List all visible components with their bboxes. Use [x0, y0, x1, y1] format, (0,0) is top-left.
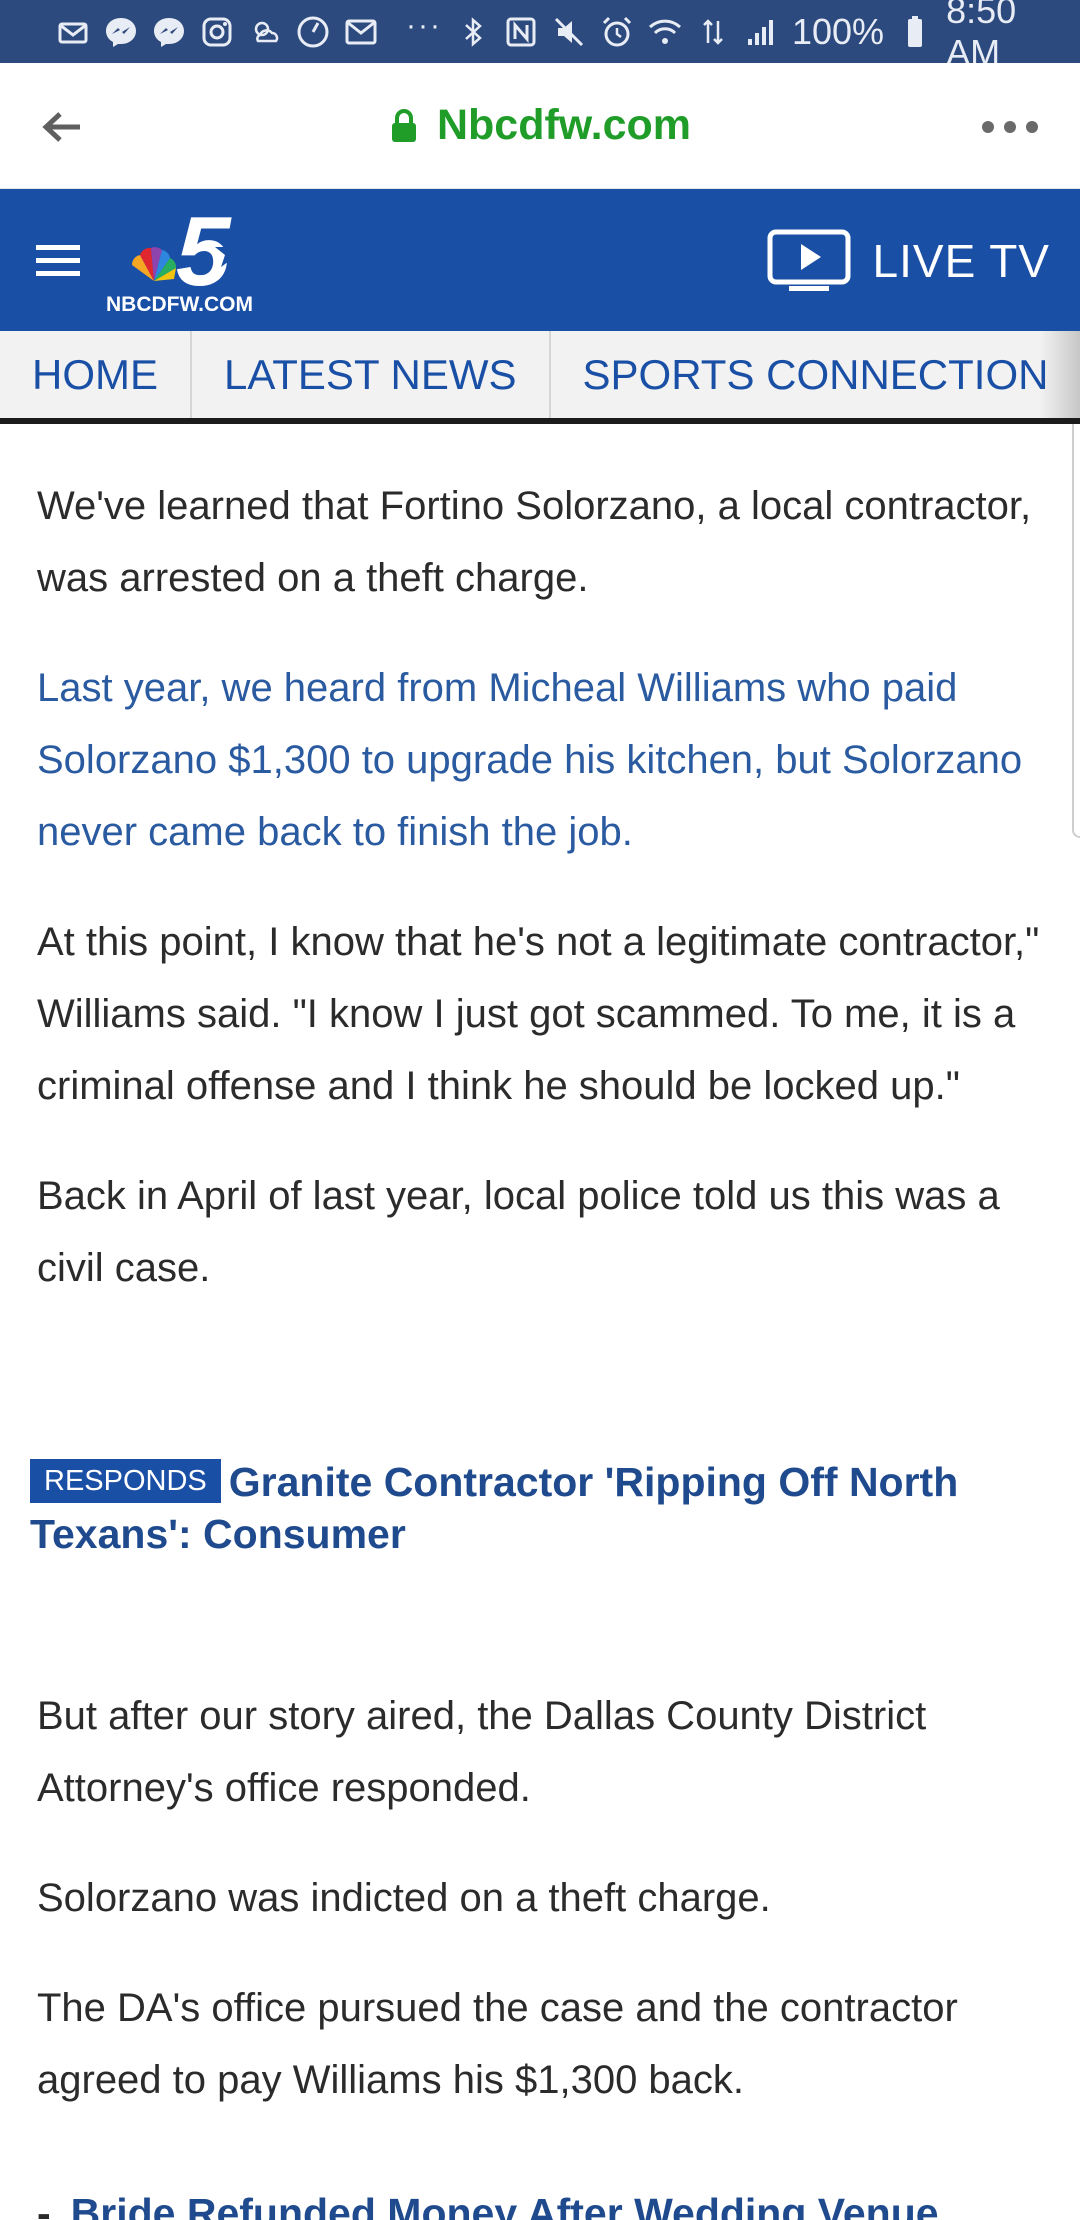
lock-icon: [389, 108, 419, 144]
article-body: We've learned that Fortino Solorzano, a …: [37, 470, 1047, 1304]
live-tv-button[interactable]: LIVE TV: [767, 229, 1050, 293]
gmail-icon: [344, 15, 378, 49]
notification-icons: ···: [56, 9, 456, 49]
battery-percent: 100%: [791, 10, 885, 52]
live-tv-label: LIVE TV: [872, 235, 1050, 287]
article-paragraph: Back in April of last year, local police…: [37, 1174, 1000, 1290]
article-link-paragraph[interactable]: Last year, we heard from Micheal William…: [37, 652, 1047, 868]
data-icon: [696, 15, 730, 49]
nav-item-home[interactable]: HOME: [0, 331, 192, 418]
alarm-icon: [600, 15, 634, 49]
url-field[interactable]: Nbcdfw.com: [0, 101, 1080, 150]
battery-icon: [898, 15, 932, 49]
nav-item-latest-news[interactable]: LATEST NEWS: [192, 331, 551, 418]
more-notifications-indicator: ···: [406, 8, 442, 42]
nfc-icon: [504, 15, 538, 49]
nav-scroll-shadow: [1040, 331, 1080, 418]
bottom-related-link[interactable]: - Bride Refunded Money After Wedding Venu…: [37, 2190, 1057, 2220]
url-text: Nbcdfw.com: [436, 101, 692, 149]
article-paragraph: But after our story aired, the Dallas Co…: [37, 1694, 927, 1810]
related-story-link[interactable]: RESPONDS Granite Contractor 'Ripping Off …: [30, 1456, 1050, 1560]
nav-item-sports-connection[interactable]: SPORTS CONNECTION: [551, 331, 1080, 418]
bluetooth-icon: [456, 15, 490, 49]
weather-icon: [248, 15, 282, 49]
responds-badge: RESPONDS: [30, 1459, 221, 1503]
list-dash: -: [37, 2190, 51, 2220]
article-paragraph: We've learned that Fortino Solorzano, a …: [37, 484, 1032, 600]
status-bar: ··· 100% 8:50 AM: [0, 0, 1080, 73]
hamburger-menu-icon[interactable]: [34, 241, 84, 281]
speedometer-icon: [296, 15, 330, 49]
browser-address-bar: Nbcdfw.com: [0, 63, 1080, 189]
section-nav: HOME LATEST NEWS SPORTS CONNECTION: [0, 331, 1080, 424]
site-header: 5 NBCDFW.COM LIVE TV: [0, 189, 1080, 331]
messenger-icon: [152, 15, 186, 49]
bottom-related-link-text[interactable]: Bride Refunded Money After Wedding Venue: [71, 2190, 939, 2220]
article-paragraph: Solorzano was indicted on a theft charge…: [37, 1876, 771, 1920]
play-screen-icon: [767, 229, 851, 293]
article-paragraph: The DA's office pursued the case and the…: [37, 1986, 958, 2102]
page-scrollbar[interactable]: [1072, 424, 1080, 838]
signal-icon: [744, 15, 778, 49]
logo-text: NBCDFW.COM: [106, 293, 253, 315]
nbc5-logo[interactable]: 5 NBCDFW.COM: [104, 196, 284, 316]
svg-text:5: 5: [176, 205, 232, 306]
messenger-icon: [104, 15, 138, 49]
more-options-icon[interactable]: [980, 117, 1040, 137]
mail-icon: [56, 15, 90, 49]
mute-icon: [552, 15, 586, 49]
wifi-icon: [648, 15, 682, 49]
article-paragraph: At this point, I know that he's not a le…: [37, 920, 1040, 1108]
article-body-continued: But after our story aired, the Dallas Co…: [37, 1680, 1047, 2116]
instagram-icon: [200, 15, 234, 49]
